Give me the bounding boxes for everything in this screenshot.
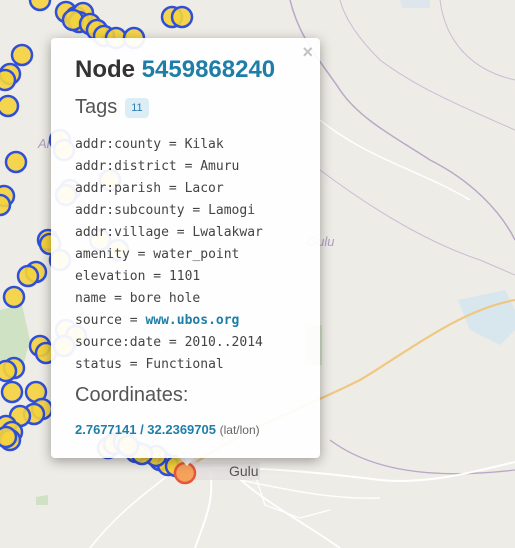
tag-value: 1101 bbox=[168, 269, 201, 284]
tag-row: name = bore hole bbox=[75, 291, 201, 306]
tag-value: Lwalakwar bbox=[192, 225, 263, 240]
tag-key: addr:county bbox=[75, 137, 162, 152]
title-prefix: Node bbox=[75, 56, 135, 83]
tag-value: water_point bbox=[153, 247, 240, 262]
tag-row: addr:village = Lwalakwar bbox=[75, 225, 263, 240]
tag-value-link[interactable]: www.ubos.org bbox=[145, 313, 239, 328]
water-point-marker[interactable] bbox=[170, 5, 194, 29]
selected-node-marker[interactable] bbox=[173, 461, 197, 485]
water-point-marker[interactable] bbox=[0, 380, 24, 404]
tag-list: addr:county = Kilak addr:district = Amuru… bbox=[75, 134, 263, 376]
latitude-link[interactable]: 2.7677141 bbox=[75, 422, 136, 437]
coordinate-unit: (lat/lon) bbox=[219, 423, 260, 437]
popup-title: Node 5459868240 bbox=[75, 56, 275, 84]
water-area bbox=[400, 0, 430, 8]
longitude-link[interactable]: 32.2369705 bbox=[147, 422, 216, 437]
tag-key: source bbox=[75, 313, 122, 328]
tag-key: addr:subcounty bbox=[75, 203, 185, 218]
tag-count-badge: 11 bbox=[125, 97, 149, 118]
tag-key: addr:village bbox=[75, 225, 169, 240]
tag-row: amenity = water_point bbox=[75, 247, 240, 262]
tag-row: elevation = 1101 bbox=[75, 269, 201, 284]
city-label: Gulu bbox=[229, 463, 259, 479]
tag-row: addr:district = Amuru bbox=[75, 159, 240, 174]
tag-row: addr:subcounty = Lamogi bbox=[75, 203, 256, 218]
tag-value: Functional bbox=[145, 357, 224, 372]
tag-key: source:date bbox=[75, 335, 162, 350]
water-point-marker[interactable] bbox=[2, 285, 26, 309]
water-point-marker[interactable] bbox=[16, 264, 40, 288]
tag-value: Lacor bbox=[184, 181, 224, 196]
tag-row: source:date = 2010..2014 bbox=[75, 335, 263, 350]
tag-row: addr:county = Kilak bbox=[75, 137, 224, 152]
water-point-marker[interactable] bbox=[10, 43, 34, 67]
tags-header: Tags 11 bbox=[75, 96, 149, 119]
tag-row: addr:parish = Lacor bbox=[75, 181, 224, 196]
water-point-marker[interactable] bbox=[0, 193, 12, 217]
water-point-marker[interactable] bbox=[0, 68, 17, 92]
node-id-link[interactable]: 5459868240 bbox=[142, 56, 275, 83]
tag-key: status bbox=[75, 357, 122, 372]
node-popup: × Node 5459868240 Tags 11 addr:county = … bbox=[51, 38, 320, 458]
water-point-marker[interactable] bbox=[28, 0, 52, 12]
water-point-marker[interactable] bbox=[0, 359, 18, 383]
tags-heading: Tags bbox=[75, 96, 118, 118]
tag-key: elevation bbox=[75, 269, 146, 284]
tag-key: addr:district bbox=[75, 159, 177, 174]
tag-value: bore hole bbox=[129, 291, 201, 306]
water-point-marker[interactable] bbox=[4, 150, 28, 174]
tag-value: Kilak bbox=[184, 137, 224, 152]
tag-row: source = www.ubos.org bbox=[75, 313, 240, 328]
water-point-marker[interactable] bbox=[0, 94, 20, 118]
water-point-marker[interactable] bbox=[0, 425, 18, 449]
tag-key: name bbox=[75, 291, 107, 306]
tag-value: Amuru bbox=[200, 159, 240, 174]
close-icon[interactable]: × bbox=[302, 42, 313, 62]
tag-row: status = Functional bbox=[75, 357, 224, 372]
coordinate-separator[interactable]: / bbox=[136, 422, 147, 437]
tag-key: amenity bbox=[75, 247, 130, 262]
tag-key: addr:parish bbox=[75, 181, 162, 196]
coordinates-heading: Coordinates: bbox=[75, 384, 189, 406]
coordinates: 2.7677141 / 32.2369705 (lat/lon) bbox=[75, 422, 260, 437]
tag-value: 2010..2014 bbox=[184, 335, 263, 350]
tag-value: Lamogi bbox=[208, 203, 256, 218]
